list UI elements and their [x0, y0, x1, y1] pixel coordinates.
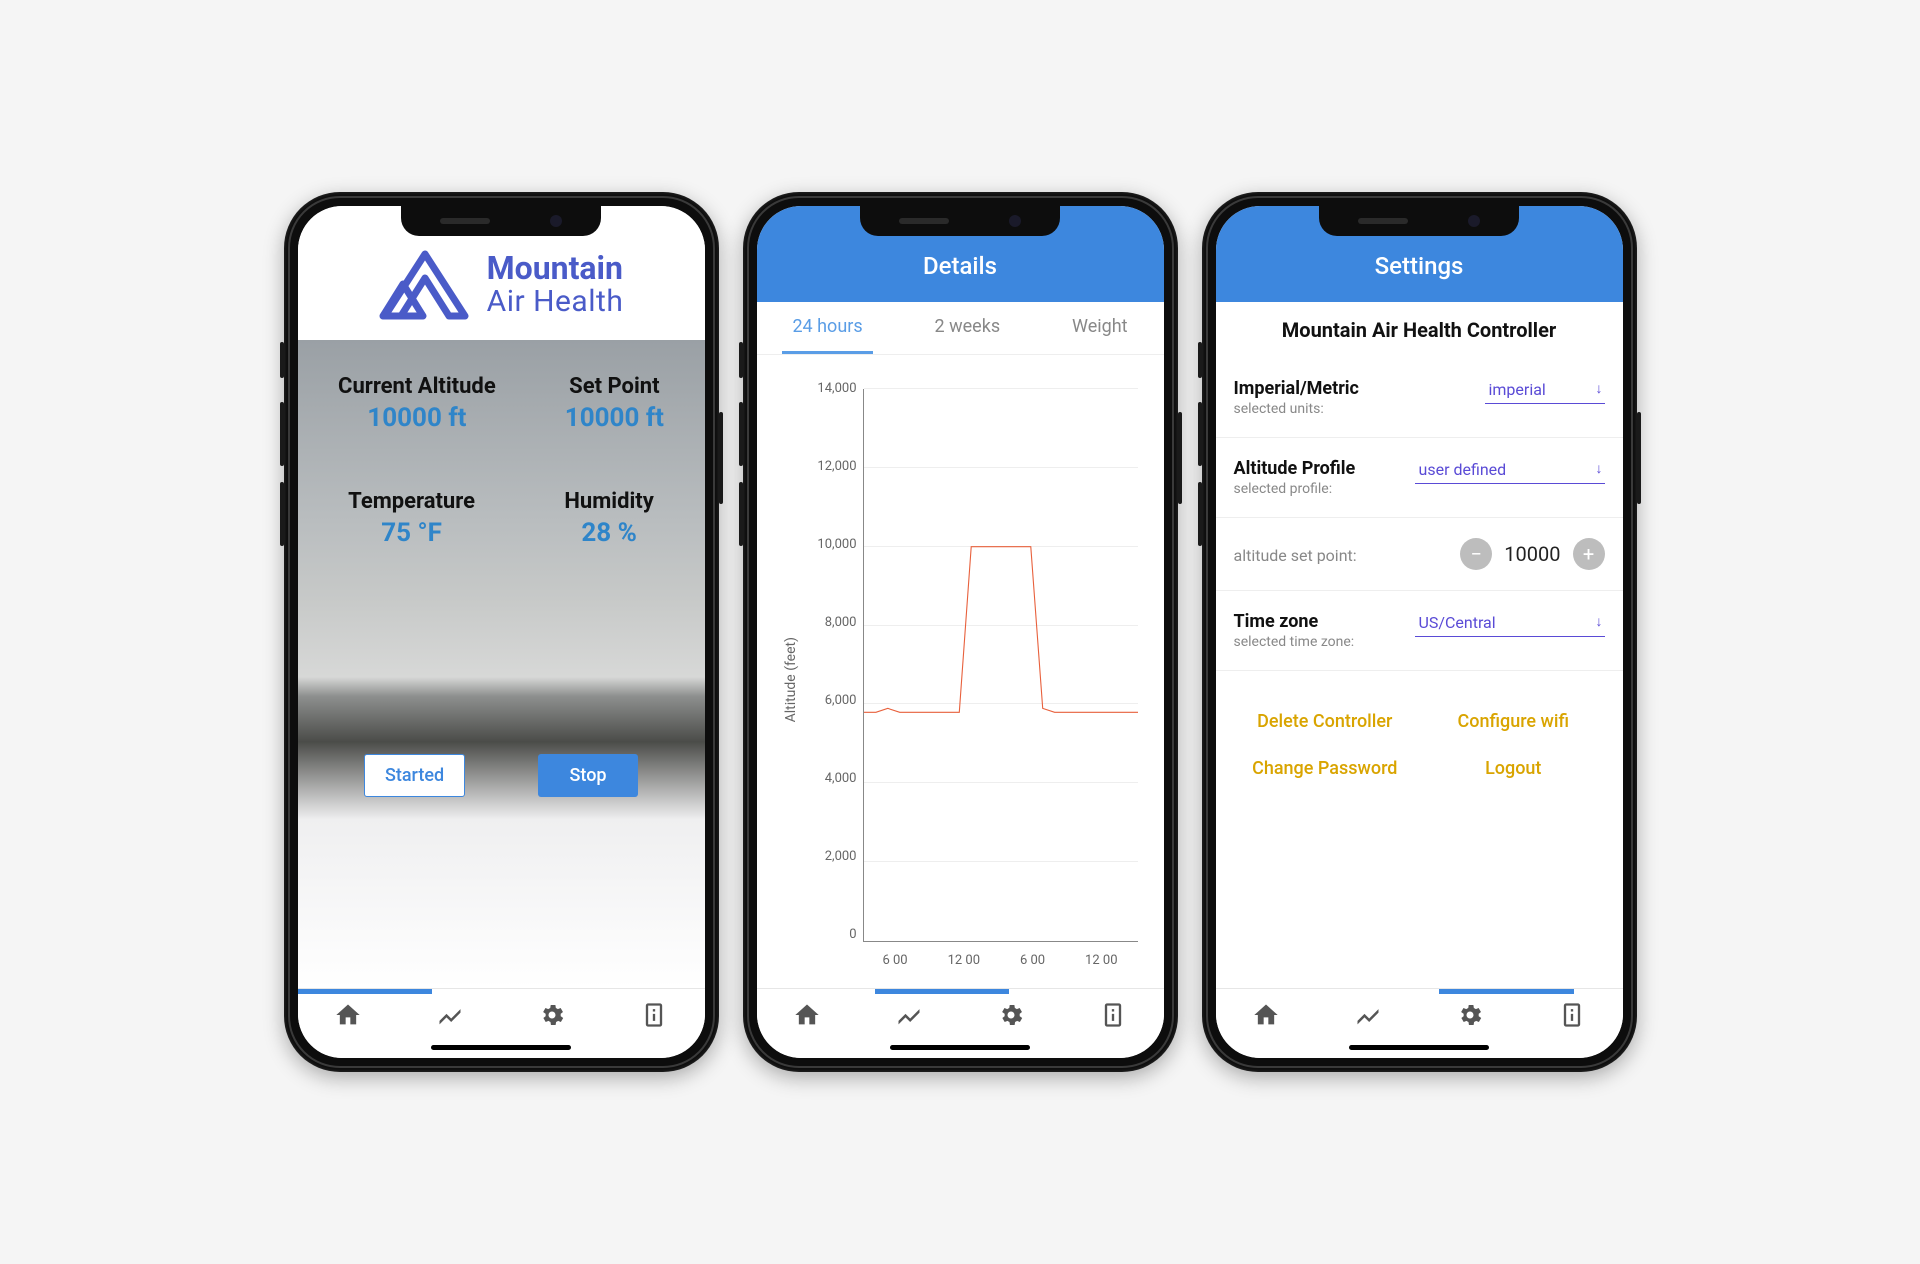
nav-info-icon[interactable]: [1558, 1001, 1586, 1033]
phone-settings: Settings Mountain Air Health Controller …: [1202, 192, 1637, 1072]
stop-button[interactable]: Stop: [538, 754, 638, 797]
nav-chart-icon[interactable]: [436, 1001, 464, 1033]
brand-line2: Air Health: [487, 286, 624, 318]
units-sub: selected units:: [1234, 401, 1359, 417]
profile-sub: selected profile:: [1234, 481, 1356, 497]
altitude-chart: Altitude (feet) 14,00012,00010,0008,0006…: [757, 355, 1164, 988]
temperature-value: 75 °F: [348, 518, 475, 548]
tz-sub: selected time zone:: [1234, 634, 1355, 650]
nav-home-icon[interactable]: [793, 1001, 821, 1033]
nav-settings-icon[interactable]: [538, 1001, 566, 1033]
home-indicator[interactable]: [431, 1045, 571, 1050]
current-alt-label: Current Altitude: [338, 374, 496, 399]
phone-details: Details 24 hours 2 weeks Weight Altitude…: [743, 192, 1178, 1072]
nav-home-icon[interactable]: [334, 1001, 362, 1033]
nav-settings-icon[interactable]: [1456, 1001, 1484, 1033]
home-indicator[interactable]: [1349, 1045, 1489, 1050]
details-tabs: 24 hours 2 weeks Weight: [757, 302, 1164, 355]
started-button[interactable]: Started: [364, 754, 465, 797]
configure-wifi-button[interactable]: Configure wifi: [1424, 711, 1603, 732]
settings-title: Mountain Air Health Controller: [1216, 302, 1623, 358]
mountain-logo-icon: [379, 250, 471, 320]
home-indicator[interactable]: [890, 1045, 1030, 1050]
tab-24h[interactable]: 24 hours: [782, 302, 872, 354]
nav-info-icon[interactable]: [1099, 1001, 1127, 1033]
nav-settings-icon[interactable]: [997, 1001, 1025, 1033]
units-heading: Imperial/Metric: [1234, 378, 1359, 399]
brand-line1: Mountain: [487, 252, 624, 286]
tab-2w[interactable]: 2 weeks: [925, 302, 1011, 354]
profile-heading: Altitude Profile: [1234, 458, 1356, 479]
set-point-value: 10000 ft: [565, 403, 664, 433]
nav-info-icon[interactable]: [640, 1001, 668, 1033]
profile-select[interactable]: user defined: [1415, 458, 1605, 484]
logout-button[interactable]: Logout: [1424, 758, 1603, 779]
setpoint-label: altitude set point:: [1234, 546, 1357, 565]
humidity-value: 28 %: [564, 518, 653, 548]
units-select[interactable]: imperial: [1485, 378, 1605, 404]
nav-chart-icon[interactable]: [895, 1001, 923, 1033]
phone-home: Mountain Air Health Current Altitude 100…: [284, 192, 719, 1072]
current-alt-value: 10000 ft: [338, 403, 496, 433]
humidity-label: Humidity: [564, 489, 653, 514]
nav-chart-icon[interactable]: [1354, 1001, 1382, 1033]
tz-heading: Time zone: [1234, 611, 1355, 632]
setpoint-increment[interactable]: +: [1573, 538, 1605, 570]
setpoint-value: 10000: [1504, 542, 1560, 566]
set-point-label: Set Point: [565, 374, 664, 399]
nav-home-icon[interactable]: [1252, 1001, 1280, 1033]
delete-controller-button[interactable]: Delete Controller: [1236, 711, 1415, 732]
home-main: Current Altitude 10000 ft Set Point 1000…: [298, 340, 705, 988]
tz-select[interactable]: US/Central: [1415, 611, 1605, 637]
tab-weight[interactable]: Weight: [1062, 302, 1138, 354]
setpoint-decrement[interactable]: −: [1460, 538, 1492, 570]
temperature-label: Temperature: [348, 489, 475, 514]
change-password-button[interactable]: Change Password: [1236, 758, 1415, 779]
chart-ylabel: Altitude (feet): [777, 637, 805, 722]
